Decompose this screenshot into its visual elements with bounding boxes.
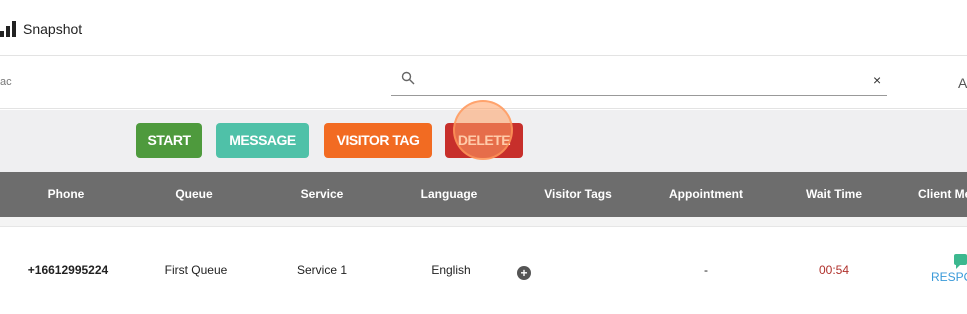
signal-bars-icon (0, 21, 18, 37)
respond-link[interactable]: RESPO (931, 270, 967, 284)
column-header-visitor-tags[interactable]: Visitor Tags (533, 172, 623, 217)
close-icon[interactable]: × (873, 70, 881, 90)
cell-queue: First Queue (164, 263, 228, 277)
column-header-service[interactable]: Service (282, 172, 362, 217)
app-brand: Snapshot (23, 21, 83, 37)
cell-service: Service 1 (296, 263, 348, 277)
column-header-phone[interactable]: Phone (36, 172, 96, 217)
cell-wait-time: 00:54 (818, 263, 850, 277)
truncated-label: ac (0, 76, 12, 88)
chat-bubble-icon[interactable] (954, 254, 967, 269)
column-header-wait-time[interactable]: Wait Time (794, 172, 874, 217)
cell-appointment: - (704, 263, 708, 277)
search-input[interactable] (421, 70, 861, 90)
search-row: ac × A (0, 56, 967, 109)
action-bar: START MESSAGE VISITOR TAG DELETE (0, 110, 967, 172)
truncated-right-label[interactable]: A (958, 75, 967, 91)
search-icon (401, 71, 415, 85)
column-header-appointment[interactable]: Appointment (661, 172, 751, 217)
cell-phone: +16612995224 (27, 263, 109, 277)
table-spacer (0, 217, 967, 227)
delete-button[interactable]: DELETE (445, 123, 523, 158)
table-row[interactable]: +16612995224 First Queue Service 1 Engli… (0, 228, 967, 314)
column-header-client-message[interactable]: Client Me (918, 172, 967, 217)
visitor-tag-button[interactable]: VISITOR TAG (324, 123, 432, 158)
cell-language: English (431, 263, 471, 277)
message-button[interactable]: MESSAGE (216, 123, 309, 158)
top-bar: Snapshot (0, 0, 967, 56)
start-button[interactable]: START (136, 123, 202, 158)
column-header-language[interactable]: Language (409, 172, 489, 217)
search-field[interactable]: × (391, 68, 887, 96)
plus-circle-icon[interactable]: + (517, 266, 531, 280)
table-header: Phone Queue Service Language Visitor Tag… (0, 172, 967, 217)
column-header-queue[interactable]: Queue (154, 172, 234, 217)
